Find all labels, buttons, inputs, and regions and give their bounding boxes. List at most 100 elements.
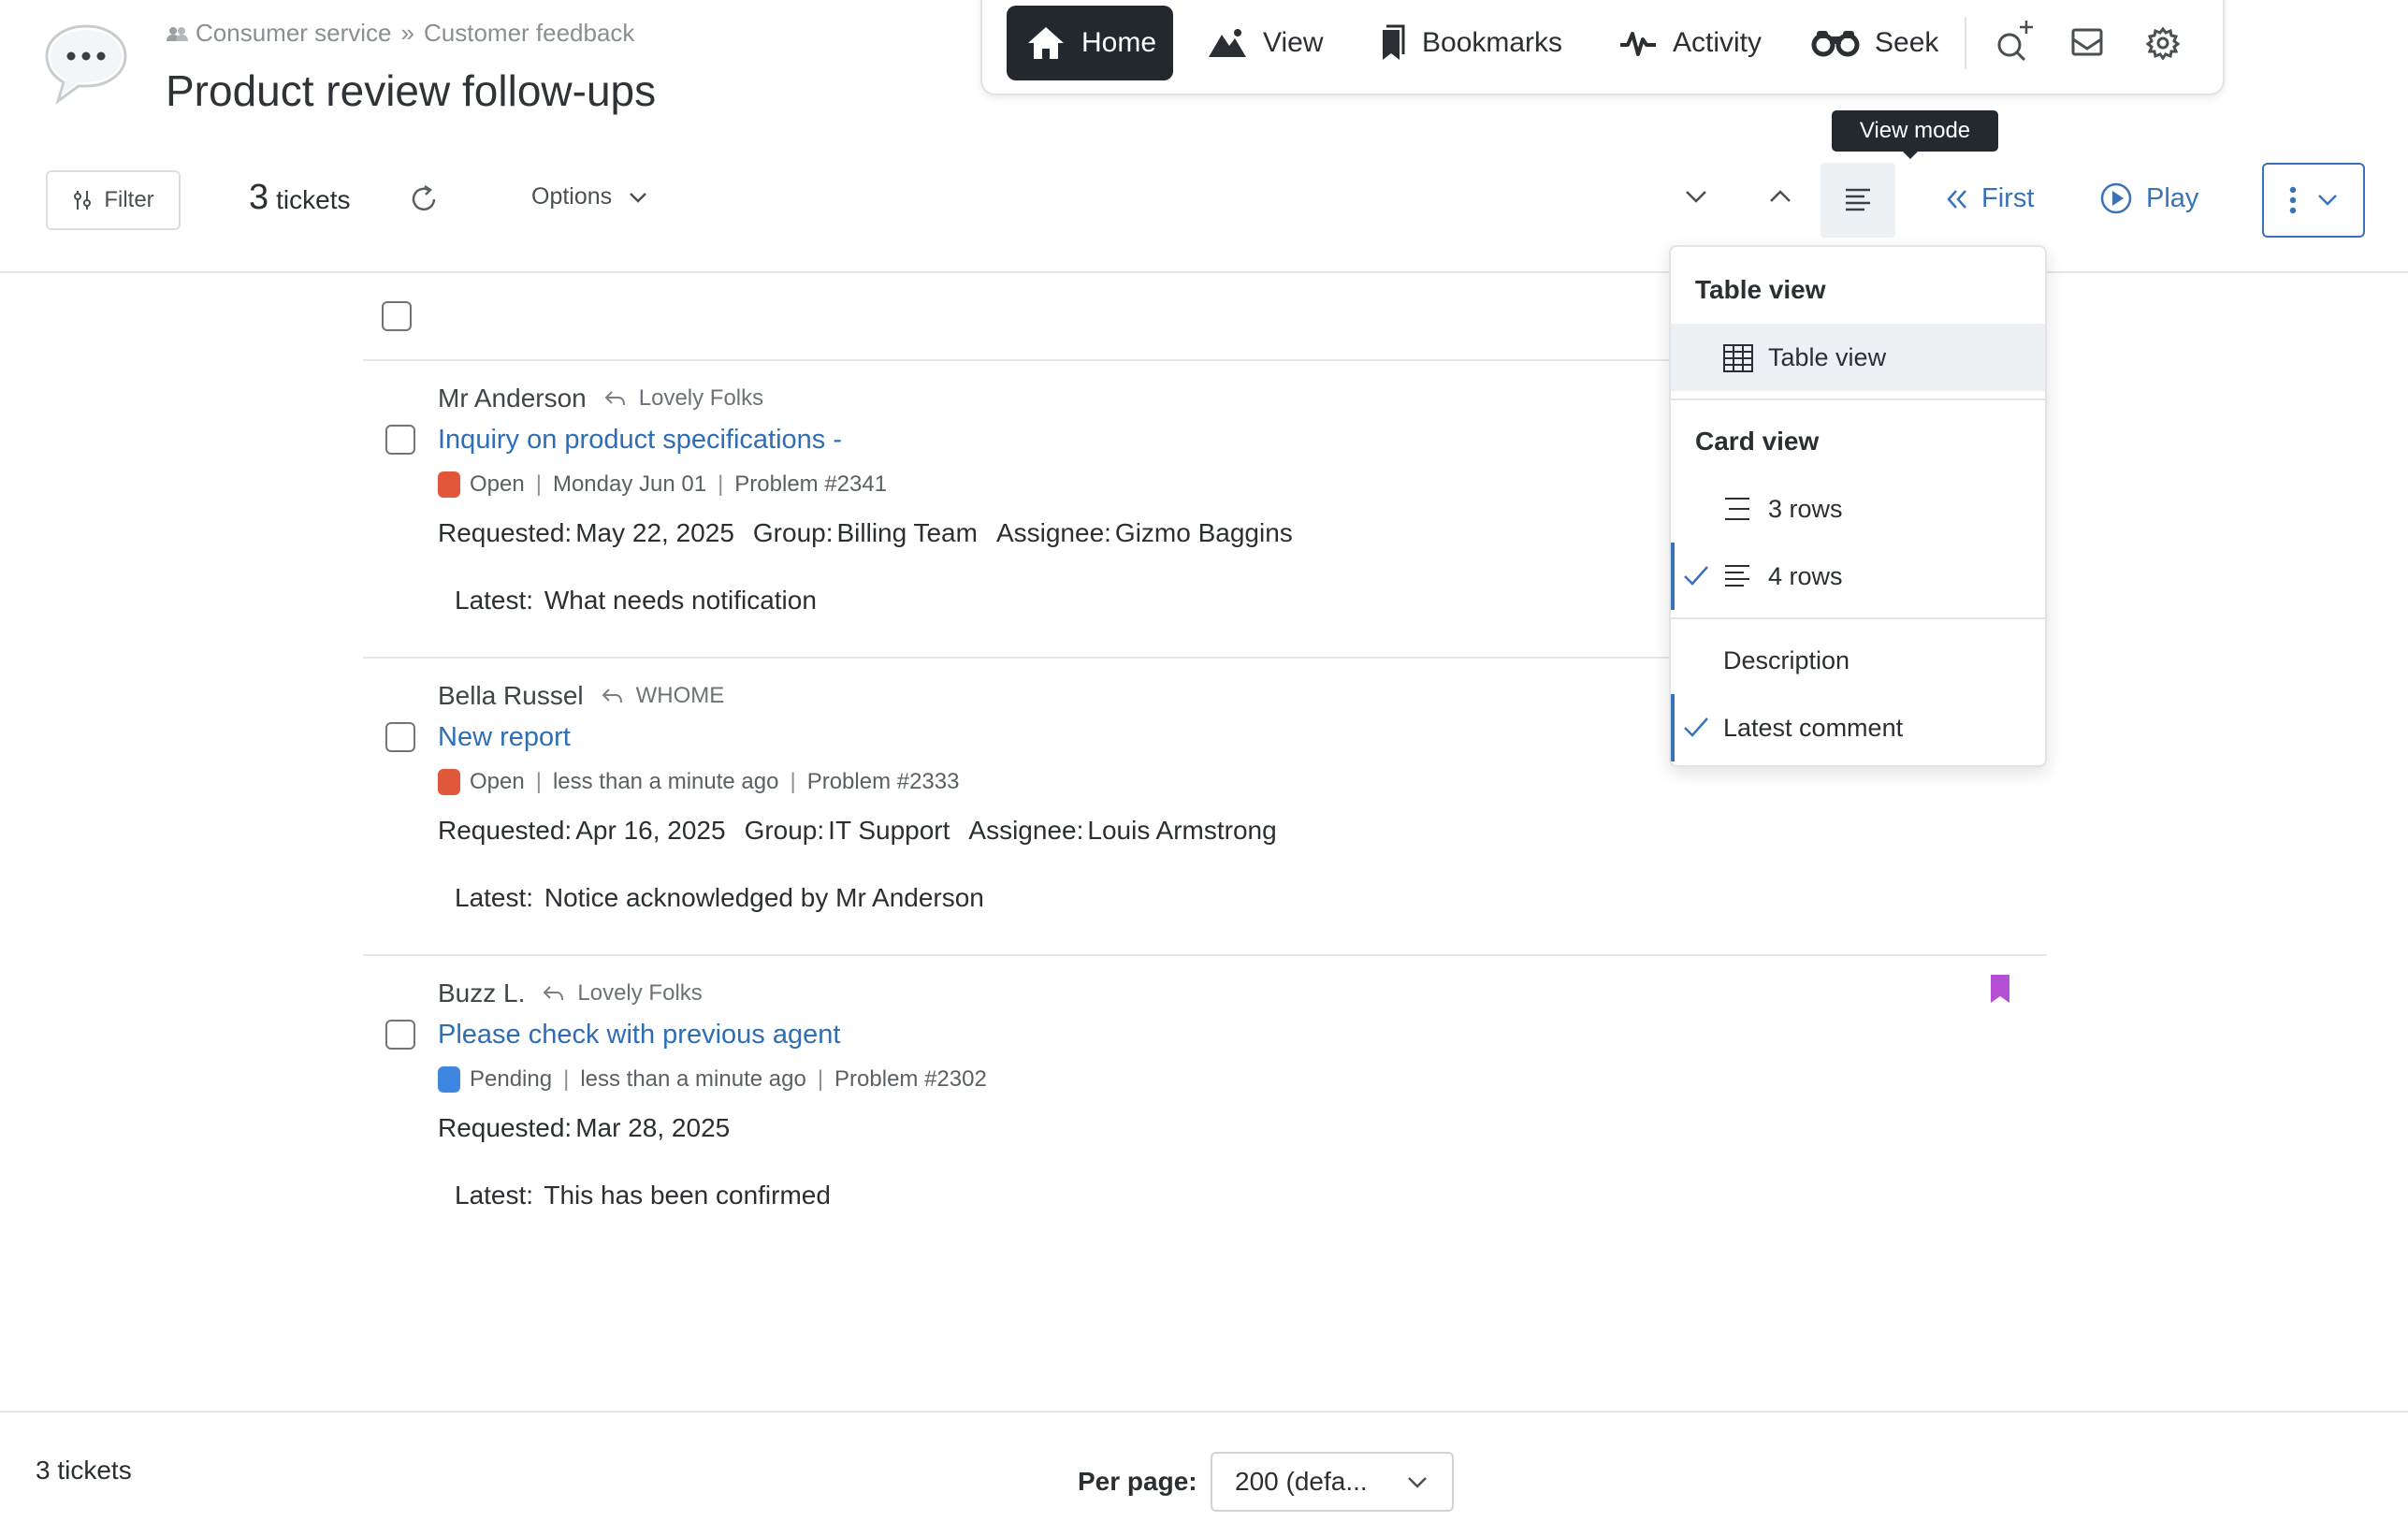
ticket-subject-link[interactable]: Please check with previous agent: [438, 1020, 840, 1051]
status-dot: [438, 769, 460, 795]
group-value: IT Support: [828, 816, 950, 845]
per-page-select[interactable]: 200 (defa...: [1211, 1452, 1454, 1512]
menu-item-label: Latest comment: [1723, 713, 1904, 742]
view-mode-tooltip: View mode: [1832, 110, 1998, 152]
reply-arrow-icon: [587, 389, 626, 408]
previous-ticket-chevron-up-icon[interactable]: [1768, 189, 1792, 204]
requested-value: May 22, 2025: [575, 518, 734, 547]
updated-time: less than a minute ago: [580, 1066, 806, 1092]
selected-indicator-bar: [1671, 694, 1675, 761]
latest-comment: Latest: What needs notification: [455, 586, 817, 616]
organization[interactable]: Lovely Folks: [577, 980, 702, 1007]
requested-value: Apr 16, 2025: [575, 816, 726, 845]
menu-header-card: Card view: [1695, 427, 1820, 456]
assignee-value: Gizmo Baggins: [1114, 518, 1293, 547]
nav-seek-button[interactable]: Seek: [1811, 6, 1938, 80]
bookmark-icon[interactable]: [1989, 973, 2011, 1005]
refresh-icon[interactable]: [408, 183, 440, 215]
status-label: Open: [470, 471, 525, 497]
more-actions-button[interactable]: [2262, 163, 2365, 238]
ticket-count-number: 3: [249, 178, 269, 217]
updated-time: less than a minute ago: [552, 769, 779, 794]
play-label: Play: [2146, 182, 2199, 213]
organization[interactable]: WHOME: [636, 683, 725, 709]
gear-icon[interactable]: [2146, 26, 2180, 60]
ticket-ref: Problem #2341: [734, 471, 888, 497]
requested-label: Requested:: [438, 1113, 573, 1142]
requester-name[interactable]: Buzz L.: [438, 978, 525, 1008]
per-page-value: 200 (defa...: [1235, 1467, 1368, 1496]
menu-item-table-view[interactable]: Table view: [1671, 324, 2045, 391]
ticket-checkbox[interactable]: [385, 722, 415, 752]
first-button[interactable]: First: [1946, 183, 2034, 214]
requester-name[interactable]: Bella Russel: [438, 681, 584, 711]
nav-bookmarks-button[interactable]: Bookmarks: [1375, 6, 1562, 80]
inbox-icon[interactable]: [2071, 28, 2103, 56]
rows-icon: [1844, 187, 1872, 213]
status-label: Open: [470, 769, 525, 794]
organization[interactable]: Lovely Folks: [639, 385, 763, 412]
meta-separator: |: [817, 1066, 824, 1092]
bookmark-icon: [1375, 24, 1422, 62]
nav-activity-button[interactable]: Activity: [1618, 6, 1762, 80]
ticket-meta: Open | less than a minute ago | Problem …: [438, 769, 959, 795]
selected-indicator-bar: [1671, 543, 1675, 610]
latest-label: Latest:: [455, 1181, 534, 1210]
menu-header-table: Table view: [1695, 275, 1826, 304]
ticket-subject-link[interactable]: New report: [438, 722, 571, 753]
latest-comment: Latest: This has been confirmed: [455, 1181, 831, 1210]
menu-item-label: Table view: [1768, 342, 1887, 371]
play-circle-icon: [2099, 181, 2133, 215]
nav-divider: [1965, 17, 1966, 69]
next-ticket-chevron-down-icon[interactable]: [1684, 189, 1708, 204]
breadcrumb-item[interactable]: Consumer service: [196, 19, 392, 48]
menu-item-latest-comment[interactable]: Latest comment: [1671, 694, 2045, 761]
people-icon: [166, 24, 190, 43]
top-navigation: Home View Bookmarks Activity Seek: [980, 0, 2225, 95]
chevron-down-icon: [2317, 194, 2338, 207]
menu-item-description[interactable]: Description: [1671, 627, 2045, 694]
search-plus-icon[interactable]: [1993, 17, 2038, 64]
latest-value: What needs notification: [544, 586, 817, 615]
assignee-value: Louis Armstrong: [1087, 816, 1277, 845]
ticket-subject-link[interactable]: Inquiry on product specifications -: [438, 425, 842, 456]
filter-button[interactable]: Filter: [46, 170, 181, 230]
ticket-ref: Problem #2333: [806, 769, 960, 794]
home-icon: [1025, 24, 1081, 62]
latest-label: Latest:: [455, 883, 534, 912]
view-mode-button[interactable]: [1821, 163, 1895, 238]
table-grid-icon: [1723, 344, 1753, 372]
select-all-checkbox[interactable]: [382, 301, 412, 331]
first-label: First: [1981, 183, 2035, 213]
ticket-checkbox[interactable]: [385, 425, 415, 455]
mountain-icon: [1207, 27, 1263, 59]
ticket-checkbox[interactable]: [385, 1020, 415, 1050]
double-chevron-left-icon: [1946, 188, 1968, 210]
options-dropdown[interactable]: Options: [531, 183, 647, 210]
group-value: Billing Team: [836, 518, 978, 547]
assignee-label: Assignee:: [995, 518, 1111, 547]
nav-view-button[interactable]: View: [1207, 6, 1323, 80]
menu-item-label: 3 rows: [1768, 494, 1843, 523]
ticket-meta: Open | Monday Jun 01 | Problem #2341: [438, 471, 887, 498]
nav-bookmarks-label: Bookmarks: [1422, 27, 1563, 58]
options-label: Options: [531, 183, 613, 210]
rows-icon: [1723, 496, 1751, 522]
nav-home-button[interactable]: Home: [1007, 6, 1173, 80]
meta-separator: |: [535, 471, 542, 497]
requester-name[interactable]: Mr Anderson: [438, 384, 587, 413]
latest-value: Notice acknowledged by Mr Anderson: [544, 883, 984, 912]
ticket-ref: Problem #2302: [834, 1066, 987, 1092]
menu-item-3-rows[interactable]: 3 rows: [1671, 475, 2045, 543]
breadcrumb-item[interactable]: Customer feedback: [424, 19, 634, 48]
requester: Bella Russel WHOME: [438, 681, 724, 711]
play-button[interactable]: Play: [2099, 181, 2198, 215]
ticket-fields: Requested: Mar 28, 2025: [438, 1113, 748, 1143]
requested-value: Mar 28, 2025: [575, 1113, 731, 1142]
ticket-card[interactable]: Buzz L. Lovely Folks Please check with p…: [0, 956, 2058, 1253]
meta-separator: |: [718, 471, 724, 497]
meta-separator: |: [563, 1066, 570, 1092]
nav-home-label: Home: [1081, 27, 1157, 58]
menu-item-4-rows[interactable]: 4 rows: [1671, 543, 2045, 610]
status-dot: [438, 1066, 460, 1093]
